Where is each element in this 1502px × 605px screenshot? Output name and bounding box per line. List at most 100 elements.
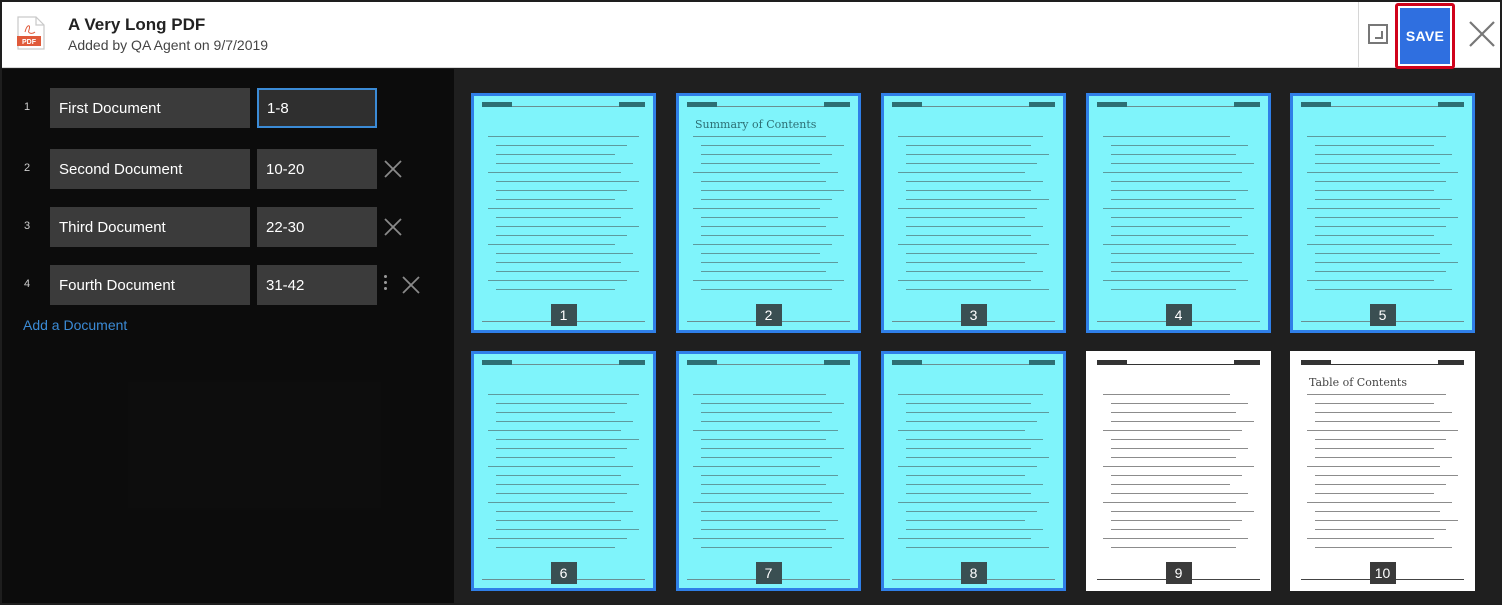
page-header-tag [1029,102,1055,107]
expand-icon[interactable] [1368,24,1388,44]
text-line [1315,271,1446,272]
text-line [906,190,1031,191]
page-header-tag [482,102,512,107]
text-line [1315,412,1452,413]
text-line [496,421,633,422]
page-thumbnail[interactable]: 6 [471,351,656,591]
text-line [488,172,621,173]
page-thumbnail[interactable]: 4 [1086,93,1271,333]
document-name-input[interactable]: Fourth Document [50,265,250,305]
page-text-lines [898,394,1049,556]
text-line [906,493,1031,494]
text-line [1315,439,1446,440]
page-header-tag [1097,360,1127,365]
text-line [906,520,1025,521]
text-line [701,457,832,458]
text-line [496,217,621,218]
document-name-input[interactable]: Second Document [50,149,250,189]
page-text-lines [693,136,844,298]
text-line [1307,172,1458,173]
text-line [488,538,627,539]
document-name-input[interactable]: First Document [50,88,250,128]
text-line [1307,208,1440,209]
text-line [496,529,639,530]
text-line [1307,136,1446,137]
text-line [701,262,838,263]
text-line [496,253,633,254]
text-line [1111,493,1248,494]
text-line [1315,163,1440,164]
page-thumbnail[interactable]: 3 [881,93,1066,333]
text-line [701,529,826,530]
page-range-input[interactable]: 1-8 [257,88,377,128]
text-line [898,466,1037,467]
page-thumbnail[interactable]: 7 [676,351,861,591]
page-text-lines [693,394,844,556]
page-heading: Summary of Contents [695,118,817,131]
text-line [1315,253,1440,254]
page-thumbnail[interactable]: 5 [1290,93,1475,333]
page-thumbnail[interactable]: Summary of Contents 2 [676,93,861,333]
page-range-input[interactable]: 31-42 [257,265,377,305]
text-line [906,199,1049,200]
text-line [1315,217,1458,218]
text-line [701,163,820,164]
text-line [496,412,615,413]
text-line [496,484,639,485]
page-header-tag [1234,102,1260,107]
text-line [496,226,639,227]
text-line [1111,190,1248,191]
save-button[interactable]: SAVE [1400,8,1450,64]
page-header-tag [824,360,850,365]
text-line [898,430,1025,431]
text-line [1111,529,1230,530]
text-line [496,439,639,440]
document-name-input[interactable]: Third Document [50,207,250,247]
page-header-tag [1438,360,1464,365]
page-range-input[interactable]: 22-30 [257,207,377,247]
text-line [1103,172,1242,173]
text-line [701,271,826,272]
page-range-input[interactable]: 10-20 [257,149,377,189]
text-line [1315,226,1446,227]
text-line [496,493,627,494]
text-line [701,253,820,254]
text-line [1315,262,1458,263]
document-row-number: 2 [24,162,31,174]
text-line [906,262,1025,263]
page-heading: Table of Contents [1309,376,1408,389]
text-line [496,181,639,182]
text-line [1111,235,1248,236]
text-line [701,190,844,191]
page-text-lines [488,136,639,298]
text-line [1111,217,1242,218]
page-header-tag [892,360,922,365]
text-line [1111,145,1248,146]
page-thumbnail[interactable]: 1 [471,93,656,333]
text-line [1315,529,1446,530]
remove-document-icon[interactable] [399,273,423,297]
page-thumbnail[interactable]: 8 [881,351,1066,591]
page-thumbnail[interactable]: 9 [1086,351,1271,591]
page-header-tag [1029,360,1055,365]
page-thumbnail[interactable]: Table of Contents 10 [1290,351,1475,591]
text-line [1315,181,1446,182]
close-icon[interactable] [1466,18,1498,50]
add-document-link[interactable]: Add a Document [23,317,127,333]
text-line [1315,199,1452,200]
text-line [701,511,820,512]
document-row-number: 4 [24,278,31,290]
text-line [693,394,826,395]
remove-document-icon[interactable] [381,215,405,239]
text-line [906,475,1025,476]
text-line [1111,511,1254,512]
document-added-info: Added by QA Agent on 9/7/2019 [68,37,269,53]
remove-document-icon[interactable] [381,157,405,181]
text-line [906,226,1043,227]
text-line [1111,253,1254,254]
page-text-lines [1103,394,1254,556]
text-line [1315,154,1452,155]
drag-handle-icon[interactable] [384,275,388,295]
text-line [1111,154,1236,155]
text-line [1111,271,1230,272]
